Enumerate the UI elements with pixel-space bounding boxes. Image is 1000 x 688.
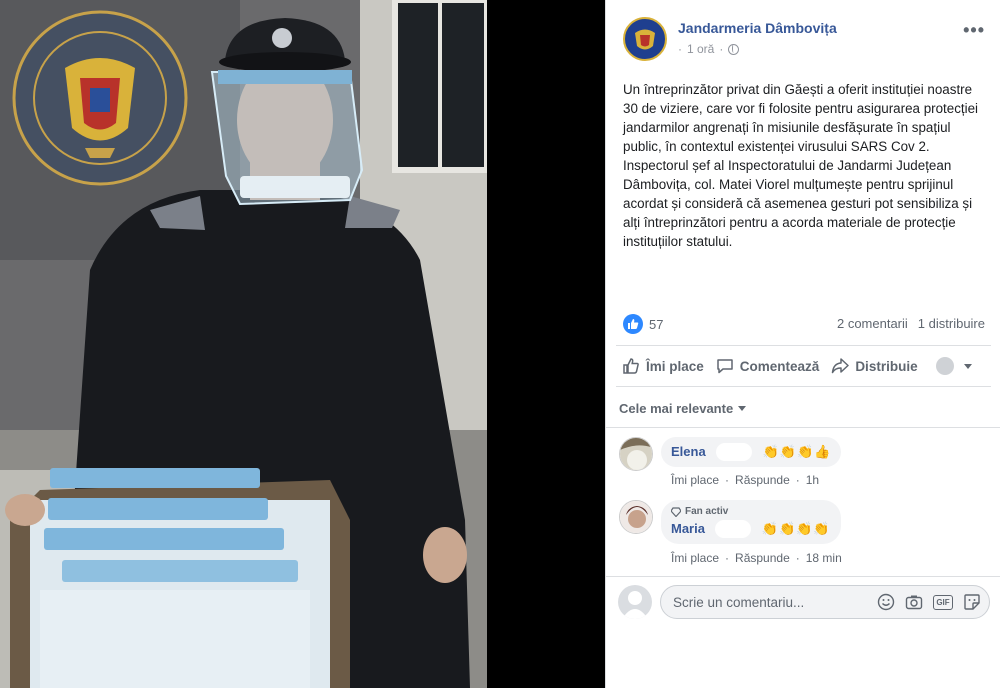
like-label: Îmi place (646, 358, 704, 374)
emoji-icon[interactable] (877, 593, 895, 611)
comment-bubble: Elena 👏👏👏👍 (661, 437, 842, 468)
chevron-down-icon (963, 363, 972, 369)
post-panel: Jandarmeria Dâmbovița · 1 oră · ••• Un î… (605, 0, 1000, 688)
comment-button[interactable]: Comentează (710, 357, 826, 375)
comment-input-wrapper: GIF (660, 585, 990, 619)
post-stats: 57 2 comentarii 1 distribuire (623, 312, 985, 334)
page-avatar[interactable] (623, 17, 667, 61)
divider (606, 427, 1000, 428)
share-button[interactable]: Distribuie (825, 357, 923, 375)
like-button[interactable]: Îmi place (616, 357, 710, 375)
like-reaction-icon (623, 314, 643, 334)
chevron-down-icon (738, 406, 747, 411)
share-icon (832, 358, 850, 374)
post-meta: · 1 oră · (678, 42, 740, 56)
comment-time[interactable]: 18 min (806, 551, 842, 565)
comment-label: Comentează (739, 358, 820, 374)
comment-reply-link[interactable]: Răspunde (735, 473, 790, 487)
comment-composer: GIF (606, 576, 1000, 626)
more-icon: ••• (963, 20, 985, 40)
fan-badge-label: Fan activ (685, 506, 729, 517)
commenter-avatar[interactable] (619, 437, 653, 471)
globe-icon (728, 43, 740, 55)
sticker-icon[interactable] (963, 593, 981, 611)
share-label: Distribuie (855, 358, 918, 374)
diamond-icon (671, 506, 681, 517)
comment-item: Fan activ Maria 👏👏👏👏 Îmi place · Răspund… (619, 500, 989, 570)
like-count-text: 57 (649, 316, 664, 332)
redacted-surname (716, 443, 753, 461)
comment-text: 👏👏👏👍 (762, 444, 832, 459)
post-time[interactable]: 1 oră (687, 42, 714, 56)
comment-actions: Îmi place · Răspunde · 18 min (671, 551, 842, 565)
page-name-link[interactable]: Jandarmeria Dâmbovița (678, 20, 837, 36)
commenter-name[interactable]: Maria (671, 521, 705, 536)
redacted-surname (715, 520, 752, 538)
comment-like-link[interactable]: Îmi place (671, 551, 719, 565)
post-photo[interactable] (0, 0, 487, 688)
meta-dot: · (678, 42, 682, 56)
shares-count-link[interactable]: 1 distribuire (918, 316, 985, 331)
separator-dot: · (725, 473, 730, 487)
comment-actions: Îmi place · Răspunde · 1h (671, 473, 819, 487)
fan-badge: Fan activ (671, 506, 831, 517)
commenter-avatar[interactable] (619, 500, 653, 534)
composer-icons: GIF (877, 593, 981, 611)
comment-reply-link[interactable]: Răspunde (735, 551, 790, 565)
photo-viewer (0, 0, 605, 688)
comment-input[interactable] (661, 586, 851, 618)
comment-time[interactable]: 1h (806, 473, 819, 487)
separator-dot: · (795, 551, 800, 565)
comment-sort-label: Cele mai relevante (619, 401, 734, 416)
gif-icon[interactable]: GIF (933, 594, 953, 610)
gendarmerie-emblem-logo (12, 10, 188, 186)
audience-selector[interactable] (924, 357, 978, 375)
post-actions-bar: Îmi place Comentează Distribuie (616, 345, 991, 387)
user-avatar-small (935, 357, 954, 375)
commenter-name[interactable]: Elena (671, 444, 706, 459)
post-text: Un întreprinzător privat din Găești a of… (623, 82, 979, 249)
camera-icon[interactable] (905, 593, 923, 611)
current-user-avatar (618, 585, 652, 619)
stats-right: 2 comentarii 1 distribuire (837, 316, 985, 331)
more-options-button[interactable]: ••• (963, 20, 985, 41)
separator-dot: · (725, 551, 730, 565)
post-header: Jandarmeria Dâmbovița · 1 oră · ••• (606, 0, 1000, 70)
comment-like-link[interactable]: Îmi place (671, 473, 719, 487)
page-avatar-emblem (626, 20, 664, 58)
comments-count-link[interactable]: 2 comentarii (837, 316, 908, 331)
like-icon (623, 358, 639, 374)
comment-icon (717, 359, 733, 374)
meta-dot: · (719, 42, 724, 56)
reaction-count[interactable]: 57 (623, 314, 663, 334)
comment-item: Elena 👏👏👏👍 Îmi place · Răspunde · 1h (619, 437, 989, 495)
comment-sort-dropdown[interactable]: Cele mai relevante (619, 401, 747, 416)
comment-bubble: Fan activ Maria 👏👏👏👏 (661, 500, 841, 545)
comment-text: 👏👏👏👏 (761, 521, 831, 536)
separator-dot: · (795, 473, 800, 487)
